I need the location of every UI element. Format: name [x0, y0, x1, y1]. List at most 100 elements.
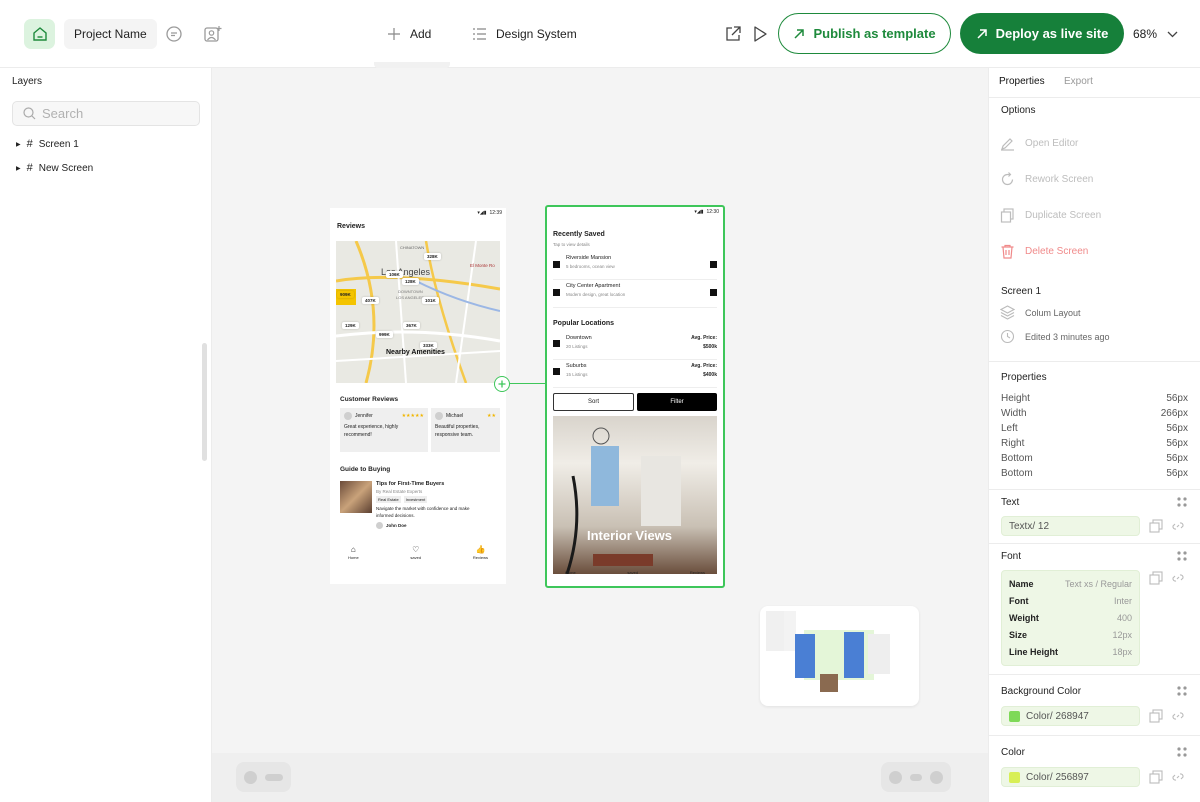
- link-icon[interactable]: [1171, 770, 1185, 784]
- review-card[interactable]: Michael ★★ Beautiful properties, responsi…: [431, 408, 500, 452]
- filter-button[interactable]: Filter: [637, 393, 717, 411]
- color-swatch[interactable]: [1009, 710, 1020, 722]
- layer-item-new-screen[interactable]: ▶ # New Screen: [16, 162, 93, 174]
- minimap[interactable]: [760, 606, 919, 706]
- map-price-tag[interactable]: 328K: [424, 253, 441, 260]
- prop-value[interactable]: 266px: [1161, 408, 1188, 419]
- map-price-tag[interactable]: 128K: [402, 278, 419, 285]
- tab-export[interactable]: Export: [1064, 76, 1093, 87]
- nav-reviews[interactable]: 👍 Reviews: [473, 545, 488, 560]
- play-icon[interactable]: [749, 23, 771, 45]
- control-dot[interactable]: [930, 770, 943, 784]
- map-price-tag[interactable]: 999K: [376, 331, 393, 338]
- bookmark-icon[interactable]: [710, 261, 717, 268]
- color-swatch[interactable]: [1009, 771, 1020, 783]
- canvas-controls[interactable]: [881, 762, 951, 792]
- plus-icon: [388, 28, 400, 40]
- article-thumbnail[interactable]: [340, 481, 372, 513]
- prop-value[interactable]: 56px: [1166, 393, 1188, 404]
- font-value: Inter: [1113, 596, 1132, 606]
- delete-screen-option[interactable]: Delete Screen: [1000, 244, 1088, 259]
- layer-item-screen-1[interactable]: ▶ # Screen 1: [16, 138, 79, 150]
- map-price-tag[interactable]: 106K: [386, 271, 403, 278]
- color-field[interactable]: Color/ 256897: [1001, 767, 1140, 787]
- project-name-button[interactable]: Project Name: [64, 19, 157, 49]
- prop-value[interactable]: 56px: [1166, 438, 1188, 449]
- nav-label: saved: [410, 555, 422, 560]
- link-icon[interactable]: [1171, 519, 1185, 533]
- nav-saved[interactable]: saved: [627, 570, 638, 575]
- avatar: [376, 521, 383, 529]
- deploy-live-button[interactable]: Deploy as live site: [960, 13, 1124, 54]
- control-dash[interactable]: [910, 773, 922, 781]
- share-icon[interactable]: [722, 23, 744, 45]
- new-screen-frame[interactable]: ▾◢▮ 12:30 Recently Saved Tap to view det…: [545, 205, 725, 588]
- layers-scrollbar[interactable]: [202, 343, 207, 461]
- control-dot[interactable]: [889, 770, 902, 784]
- map-price-tag[interactable]: 909K: [337, 291, 354, 298]
- map-price-tag[interactable]: 129K: [342, 322, 359, 329]
- tab-properties[interactable]: Properties: [999, 76, 1045, 87]
- drag-handle-icon[interactable]: [1176, 746, 1188, 758]
- font-row: Font Inter: [1009, 596, 1132, 613]
- options-title: Options: [1001, 105, 1036, 116]
- text-style-field[interactable]: Textx/ 12: [1001, 516, 1140, 536]
- view-toggle[interactable]: [236, 762, 291, 792]
- sort-button[interactable]: Sort: [553, 393, 634, 411]
- bookmark-icon[interactable]: [710, 289, 717, 296]
- map-price-tag[interactable]: 367K: [403, 322, 420, 329]
- design-canvas[interactable]: ▾◢▮ 12:39 Reviews Los Angeles CHINATOWN …: [212, 68, 988, 802]
- prop-value[interactable]: 56px: [1166, 423, 1188, 434]
- prop-value[interactable]: 56px: [1166, 468, 1188, 479]
- copy-icon[interactable]: [1149, 519, 1163, 533]
- thumbnail: [553, 261, 560, 268]
- chevron-down-icon: [1167, 31, 1178, 37]
- prop-value[interactable]: 56px: [1166, 453, 1188, 464]
- publish-template-button[interactable]: Publish as template: [778, 13, 951, 54]
- copy-icon[interactable]: [1149, 571, 1163, 585]
- map-price-tag[interactable]: 101K: [422, 297, 439, 304]
- link-icon[interactable]: [1171, 709, 1185, 723]
- copy-icon[interactable]: [1149, 770, 1163, 784]
- add-connection-button[interactable]: [494, 376, 510, 392]
- map-price-tag[interactable]: 333K: [420, 342, 437, 349]
- clock-icon: [1000, 329, 1015, 344]
- list-item[interactable]: City Center Apartment Modern design, grea…: [553, 280, 717, 308]
- drag-handle-icon[interactable]: [1176, 496, 1188, 508]
- interior-hero-image[interactable]: Interior Views: [553, 416, 717, 574]
- hero-caption: Interior Views: [587, 528, 673, 543]
- zoom-dropdown[interactable]: 68%: [1133, 27, 1178, 41]
- home-button[interactable]: [24, 19, 55, 49]
- add-user-icon[interactable]: [202, 23, 224, 45]
- review-card[interactable]: Jennifer ★★★★★ Great experience, highly r…: [340, 408, 428, 452]
- recently-saved-title: Recently Saved: [553, 231, 605, 238]
- layer-label: New Screen: [38, 162, 94, 174]
- rework-screen-option[interactable]: Rework Screen: [1000, 172, 1093, 187]
- open-editor-option[interactable]: Open Editor: [1000, 136, 1078, 151]
- drag-handle-icon[interactable]: [1176, 685, 1188, 697]
- list-item[interactable]: Suburbs 15 Listings Avg. Price: $400k: [553, 360, 717, 388]
- design-system-button[interactable]: Design System: [472, 22, 577, 46]
- copy-icon[interactable]: [1149, 709, 1163, 723]
- add-menu-button[interactable]: Add: [387, 22, 431, 46]
- screen-title: Screen 1: [1001, 286, 1042, 297]
- bottom-nav: ⌂ Home ♡ saved 👍 Reviews: [348, 545, 488, 560]
- nav-reviews[interactable]: Reviews: [690, 570, 705, 575]
- background-color-field[interactable]: Color/ 268947: [1001, 706, 1140, 726]
- duplicate-screen-option[interactable]: Duplicate Screen: [1000, 208, 1101, 223]
- map-view[interactable]: Los Angeles CHINATOWN El Monte Ro DOWNTO…: [336, 241, 500, 383]
- font-settings[interactable]: Name Text xs / Regular Font Inter Weight 40…: [1001, 570, 1140, 666]
- properties-title: Properties: [1001, 372, 1047, 383]
- layers-search[interactable]: Search: [12, 101, 200, 126]
- link-icon[interactable]: [1171, 571, 1185, 585]
- list-item[interactable]: Riverside Mansion 5 bedrooms, ocean view: [553, 252, 717, 280]
- map-price-tag[interactable]: 407K: [362, 297, 379, 304]
- comment-icon[interactable]: [163, 23, 185, 45]
- nav-home[interactable]: ⌂ Home: [348, 545, 359, 560]
- nav-home[interactable]: Home: [565, 570, 576, 575]
- list-item[interactable]: Downtown 20 Listings Avg. Price: $500k: [553, 332, 717, 360]
- nav-saved[interactable]: ♡ saved: [410, 545, 421, 560]
- article-card[interactable]: Tips for First-Time Buyers By Real Estat…: [376, 481, 500, 529]
- drag-handle-icon[interactable]: [1176, 550, 1188, 562]
- screen-1-frame[interactable]: ▾◢▮ 12:39 Reviews Los Angeles CHINATOWN …: [330, 208, 506, 584]
